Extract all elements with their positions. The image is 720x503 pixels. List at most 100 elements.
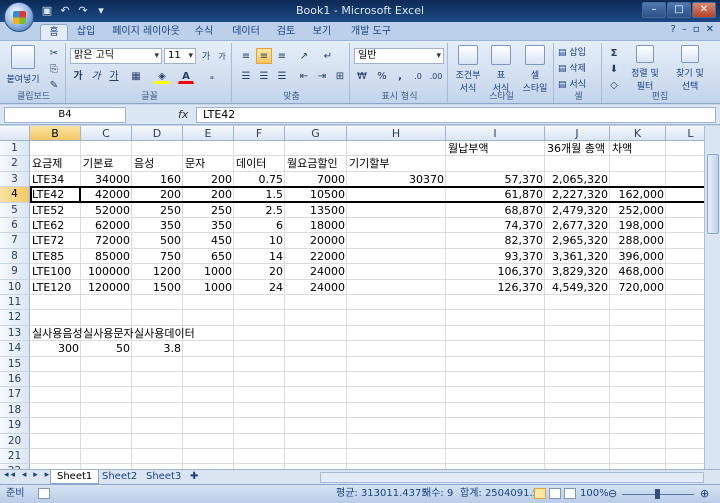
cell-b7[interactable]: LTE72: [30, 233, 81, 248]
tab-developer[interactable]: 개발 도구: [346, 24, 396, 40]
cell-b13[interactable]: 실사용음성: [30, 326, 83, 341]
cell-b8[interactable]: LTE85: [30, 249, 81, 264]
name-box[interactable]: B4: [4, 107, 126, 123]
cell-g6[interactable]: 18000: [285, 218, 347, 233]
wrap-text-icon[interactable]: ↵: [320, 48, 336, 64]
copy-icon[interactable]: ⎘: [46, 61, 62, 77]
close-button[interactable]: ✕: [692, 2, 716, 18]
insert-sheet-icon[interactable]: ✚: [184, 470, 204, 484]
align-right-icon[interactable]: ☰: [274, 68, 290, 84]
vertical-scroll-thumb[interactable]: [707, 154, 719, 234]
row-header-2[interactable]: 2: [0, 156, 30, 172]
row-header-1[interactable]: 1: [0, 141, 30, 157]
border-icon[interactable]: ▦: [128, 68, 144, 84]
row-header-13[interactable]: 13: [0, 325, 30, 342]
cell-b6[interactable]: LTE62: [30, 218, 81, 233]
row-header-8[interactable]: 8: [0, 248, 30, 265]
row-header-6[interactable]: 6: [0, 218, 30, 234]
cell-k10[interactable]: 720,000: [610, 280, 666, 295]
cell-i9[interactable]: 106,370: [446, 264, 545, 279]
cell-b3[interactable]: LTE34: [30, 172, 81, 187]
cell-k5[interactable]: 252,000: [610, 203, 666, 218]
cell-g4[interactable]: 10500: [285, 187, 347, 202]
help-icon[interactable]: ?: [671, 24, 676, 35]
tab-insert[interactable]: 삽입: [72, 24, 100, 40]
percent-button[interactable]: %: [374, 68, 390, 84]
column-header-e[interactable]: E: [183, 126, 234, 141]
align-left-icon[interactable]: ☰: [238, 68, 254, 84]
cell-g7[interactable]: 20000: [285, 233, 347, 248]
maximize-button[interactable]: □: [667, 2, 691, 18]
doc-close-button[interactable]: ✕: [706, 24, 714, 35]
cell-j3[interactable]: 2,065,320: [545, 172, 610, 187]
align-top-icon[interactable]: ≡: [238, 48, 254, 64]
fx-icon[interactable]: fx: [178, 108, 188, 121]
cell-e3[interactable]: 200: [183, 172, 234, 187]
doc-restore-button[interactable]: ▫: [693, 24, 700, 35]
cell-e7[interactable]: 450: [183, 233, 234, 248]
cell-c5[interactable]: 52000: [81, 203, 132, 218]
worksheet-grid[interactable]: B C D E F G H I J K L 1 2 3 4 5 6 7 8 9 10 11 12 13 14 15 16 17 18 19…: [0, 126, 720, 469]
cell-d3[interactable]: 160: [132, 172, 183, 187]
cell-i8[interactable]: 93,370: [446, 249, 545, 264]
decrease-indent-icon[interactable]: ⇤: [296, 68, 312, 84]
comma-button[interactable]: ,: [392, 68, 408, 84]
tab-page-layout[interactable]: 페이지 레이아웃: [106, 24, 186, 40]
column-header-k[interactable]: K: [610, 126, 666, 141]
cell-j6[interactable]: 2,677,320: [545, 218, 610, 233]
zoom-in-icon[interactable]: ⊕: [700, 485, 709, 503]
column-header-j[interactable]: J: [545, 126, 610, 141]
cell-d14[interactable]: 3.8: [132, 341, 183, 356]
row-header-12[interactable]: 12: [0, 310, 30, 326]
horizontal-scrollbar[interactable]: [320, 472, 704, 483]
currency-button[interactable]: ₩: [354, 68, 370, 84]
cell-styles-button[interactable]: 셀 스타일: [518, 45, 552, 94]
cell-e8[interactable]: 650: [183, 249, 234, 264]
column-header-g[interactable]: G: [285, 126, 347, 141]
sheet-tab-1[interactable]: Sheet1: [50, 470, 100, 484]
underline-button[interactable]: 가: [106, 68, 122, 84]
cell-g2[interactable]: 월요금할인: [285, 156, 347, 171]
cell-d2[interactable]: 음성: [132, 156, 183, 171]
row-header-20[interactable]: 20: [0, 433, 30, 449]
row-header-9[interactable]: 9: [0, 264, 30, 280]
tab-home[interactable]: 홈: [40, 24, 68, 40]
cell-e5[interactable]: 250: [183, 203, 234, 218]
cell-h3[interactable]: 30370: [347, 172, 446, 187]
column-header-h[interactable]: H: [347, 126, 446, 141]
cell-i1[interactable]: 월납부액: [446, 141, 545, 156]
sheet-tab-3[interactable]: Sheet3: [140, 470, 187, 484]
cell-c13[interactable]: 실사용문자: [81, 326, 134, 341]
cell-k4[interactable]: 162,000: [610, 187, 666, 202]
increase-indent-icon[interactable]: ⇥: [314, 68, 330, 84]
page-break-view-icon[interactable]: [564, 488, 576, 499]
cell-d10[interactable]: 1500: [132, 280, 183, 295]
cell-b4[interactable]: LTE42: [30, 187, 81, 202]
cell-f10[interactable]: 24: [234, 280, 285, 295]
fill-icon[interactable]: ⬇: [606, 61, 622, 77]
find-select-button[interactable]: 찾기 및 선택: [668, 45, 712, 92]
column-header-i[interactable]: I: [446, 126, 545, 141]
row-header-16[interactable]: 16: [0, 372, 30, 388]
cell-f8[interactable]: 14: [234, 249, 285, 264]
tab-data[interactable]: 데이터: [228, 24, 264, 40]
row-header-19[interactable]: 19: [0, 418, 30, 434]
cell-i3[interactable]: 57,370: [446, 172, 545, 187]
row-header-3[interactable]: 3: [0, 171, 30, 188]
cell-d5[interactable]: 250: [132, 203, 183, 218]
cell-c9[interactable]: 100000: [81, 264, 132, 279]
tab-review[interactable]: 검토: [272, 24, 300, 40]
italic-button[interactable]: 가: [88, 68, 104, 84]
cell-k9[interactable]: 468,000: [610, 264, 666, 279]
cell-k7[interactable]: 288,000: [610, 233, 666, 248]
align-center-icon[interactable]: ☰: [256, 68, 272, 84]
cell-g3[interactable]: 7000: [285, 172, 347, 187]
cell-h2[interactable]: 기기할부: [347, 156, 446, 171]
insert-cells-button[interactable]: ▤ 삽입: [558, 45, 600, 58]
cell-j7[interactable]: 2,965,320: [545, 233, 610, 248]
row-header-14[interactable]: 14: [0, 341, 30, 357]
cell-k6[interactable]: 198,000: [610, 218, 666, 233]
doc-minimize-button[interactable]: –: [682, 24, 687, 35]
cell-d6[interactable]: 350: [132, 218, 183, 233]
delete-cells-button[interactable]: ▤ 삭제: [558, 61, 600, 74]
